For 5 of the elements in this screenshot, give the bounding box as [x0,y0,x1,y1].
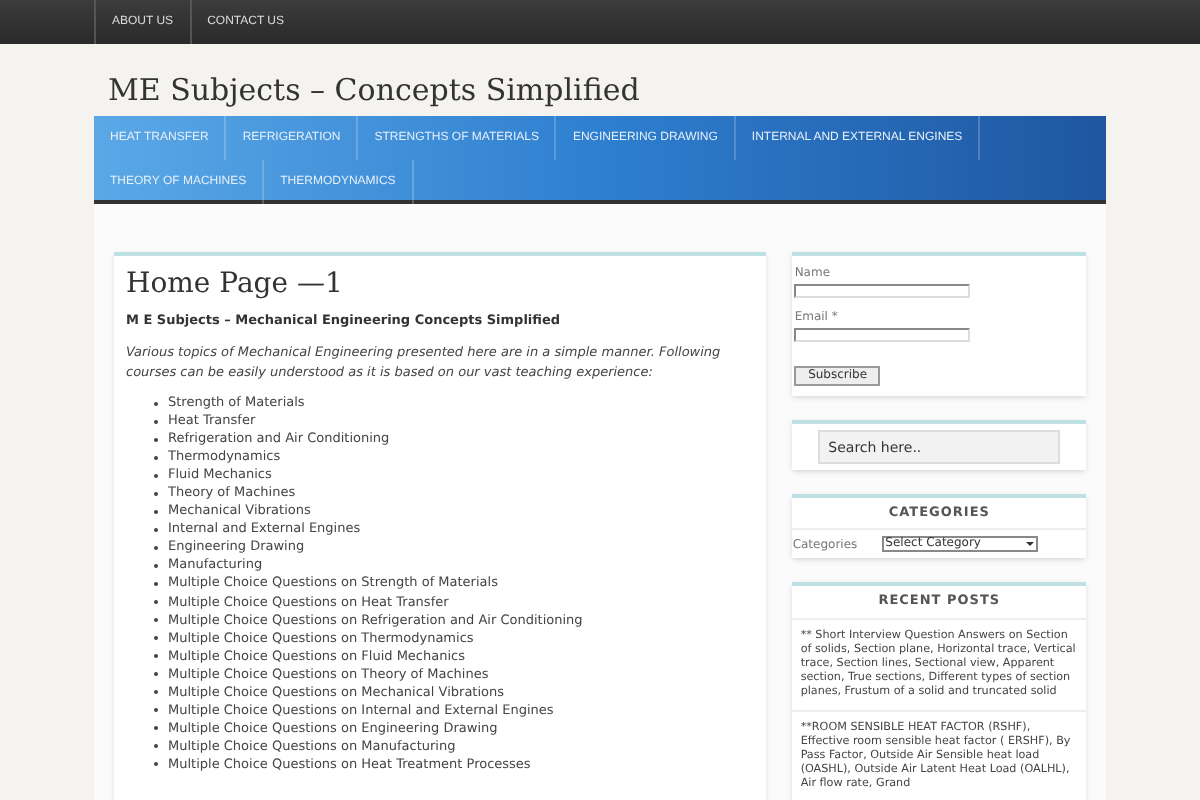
dropdown-arrow-icon [1023,538,1036,550]
email-input[interactable] [794,328,971,342]
name-input[interactable] [794,284,971,298]
site-title[interactable]: ME Subjects – Concepts Simplified [108,72,640,108]
article-title: Home Page —1 [126,266,345,304]
